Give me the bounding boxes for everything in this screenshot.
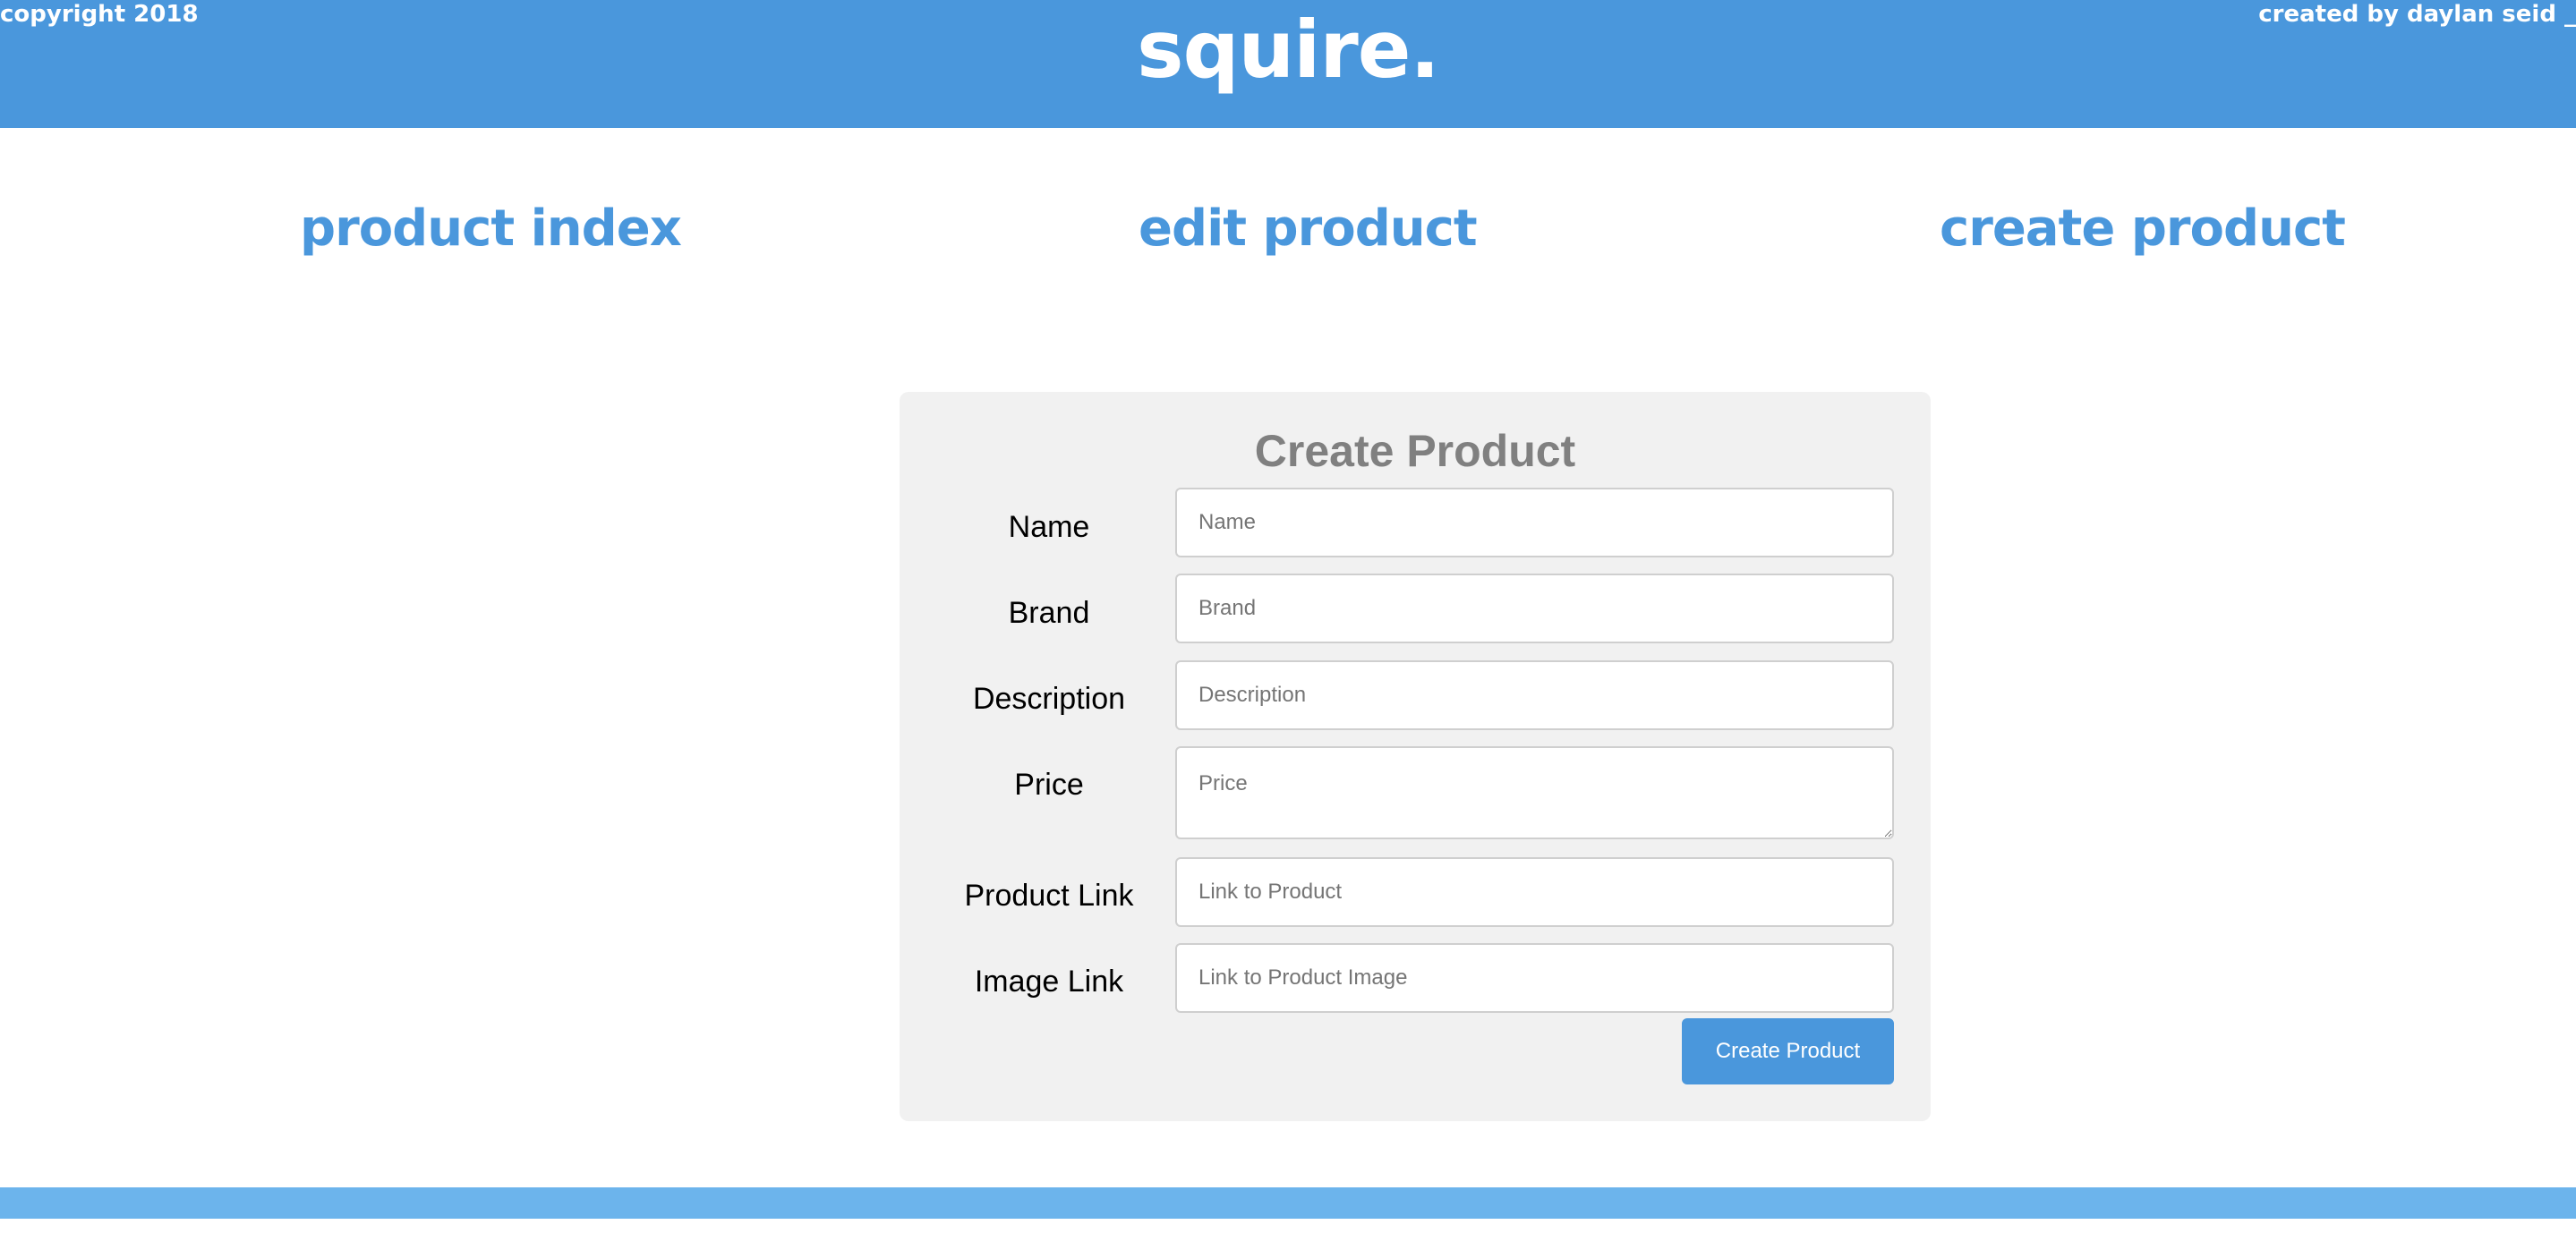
description-label: Description	[972, 682, 1126, 716]
site-logo[interactable]: squire.	[0, 6, 2576, 94]
footer-credit: created by daylan seid _	[2258, 1, 2576, 28]
form-title: Create Product	[1254, 426, 1576, 476]
nav-create-product-link[interactable]: create product	[1940, 201, 2346, 257]
footer-copyright: copyright 2018	[0, 1, 199, 28]
product-link-label: Product Link	[964, 879, 1134, 913]
nav-product-index-link[interactable]: product index	[300, 201, 682, 257]
image-link-input[interactable]	[1175, 943, 1894, 1013]
brand-label: Brand	[1008, 596, 1090, 630]
create-product-form: Create Product Name Brand Description Pr…	[900, 392, 1931, 1121]
name-label: Name	[1008, 510, 1090, 544]
image-link-label: Image Link	[974, 965, 1124, 999]
product-link-input[interactable]	[1175, 857, 1894, 927]
create-product-button[interactable]: Create Product	[1682, 1018, 1894, 1084]
nav-edit-product-link[interactable]: edit product	[1139, 201, 1478, 257]
site-footer	[0, 1187, 2576, 1219]
brand-input[interactable]	[1175, 574, 1894, 643]
description-input[interactable]	[1175, 660, 1894, 730]
page: squire. product index edit product creat…	[0, 0, 2576, 1233]
price-label: Price	[1014, 768, 1084, 802]
site-header: squire.	[0, 0, 2576, 128]
name-input[interactable]	[1175, 488, 1894, 557]
price-textarea[interactable]	[1175, 746, 1894, 839]
